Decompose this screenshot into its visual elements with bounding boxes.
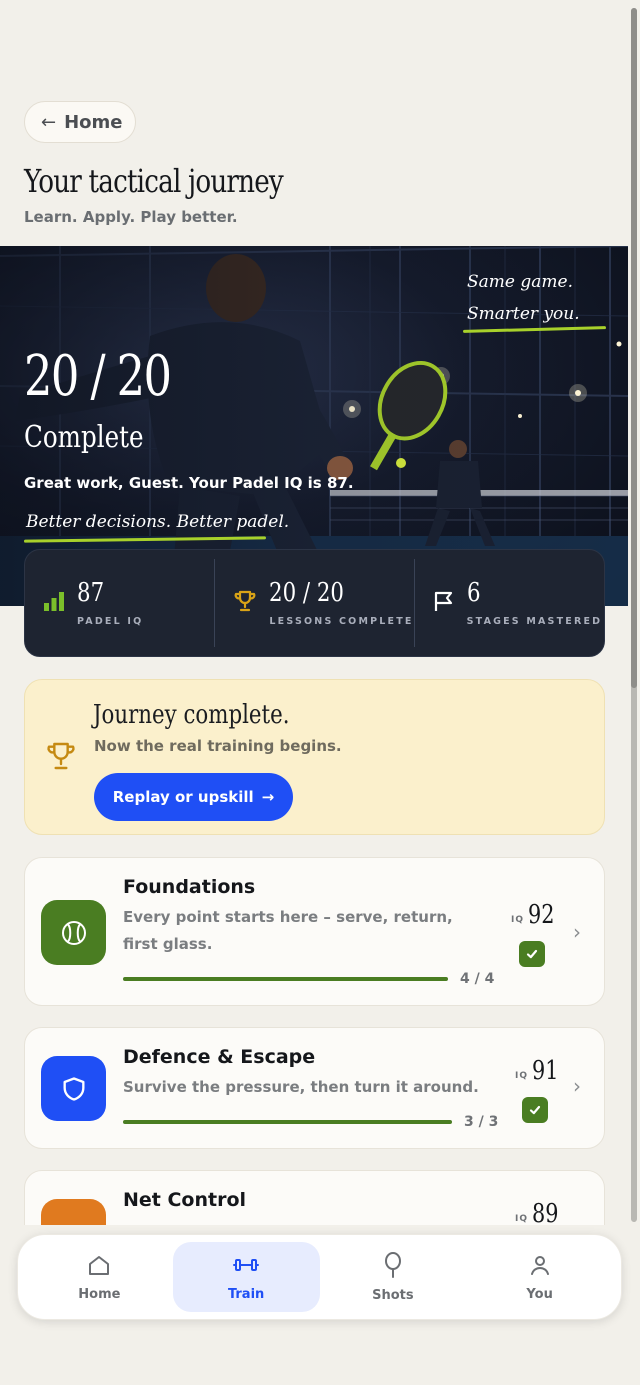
replay-upskill-label: Replay or upskill [112, 788, 254, 806]
chevron-right-icon: › [573, 1074, 581, 1098]
course-name: Defence & Escape [123, 1046, 316, 1068]
hero-message: Great work, Guest. Your Padel IQ is 87. [24, 474, 354, 492]
nav-label: You [526, 1286, 553, 1302]
back-home-button[interactable]: ← Home [24, 101, 136, 143]
nav-train[interactable]: Train [172, 1242, 320, 1312]
iq-value: 91 [532, 1056, 559, 1086]
course-progress-label: 4 / 4 [460, 971, 495, 987]
stat-label: STAGES MASTERED [466, 615, 603, 627]
course-progress-bar [123, 1120, 452, 1124]
nav-you[interactable]: You [466, 1242, 613, 1312]
chevron-right-icon: › [573, 920, 581, 944]
stats-panel: 87 PADEL IQ 20 / 20 LESSONS COMPLETE 6 S… [24, 549, 605, 657]
iq-tag: IQ [515, 1214, 528, 1224]
scroll-view[interactable]: ← Home Your tactical journey Learn. Appl… [0, 0, 628, 1225]
course-iq-score: IQ 91 [515, 1058, 565, 1084]
course-name: Net Control [123, 1189, 247, 1211]
iq-value: 89 [532, 1199, 559, 1225]
bottom-nav: Home Train Shots You [17, 1234, 622, 1320]
hero-status: Complete [24, 420, 144, 455]
hero-motto: Better decisions. Better padel. [26, 512, 290, 532]
page-title: Your tactical journey [24, 162, 284, 200]
course-iq-score: IQ 92 [511, 902, 561, 928]
back-arrow-icon: ← [41, 111, 57, 133]
user-icon [528, 1253, 552, 1281]
trophy-icon [45, 740, 77, 776]
check-icon [522, 1097, 548, 1123]
nav-shots[interactable]: Shots [320, 1242, 467, 1312]
iq-value: 92 [528, 900, 555, 930]
hero-tagline-line1: Same game. [467, 272, 573, 292]
stat-label: PADEL IQ [77, 615, 144, 627]
iq-tag: IQ [515, 1071, 528, 1081]
course-card-foundations[interactable]: Foundations Every point starts here – se… [24, 857, 605, 1006]
iq-tag: IQ [511, 915, 524, 925]
back-home-label: Home [64, 111, 123, 133]
shield-icon [41, 1056, 106, 1121]
replay-upskill-button[interactable]: Replay or upskill → [94, 773, 293, 821]
journey-complete-card: Journey complete. Now the real training … [24, 679, 605, 835]
check-icon [519, 941, 545, 967]
scrollbar-thumb[interactable] [631, 8, 637, 688]
hero-tagline-line2: Smarter you. [467, 304, 580, 324]
journey-subtitle: Now the real training begins. [94, 737, 342, 755]
course-name: Foundations [123, 876, 256, 898]
course-iq-score: IQ 89 [515, 1201, 565, 1225]
course-description: Every point starts here – serve, return,… [123, 908, 453, 953]
racket-icon [381, 1251, 405, 1282]
stat-label: LESSONS COMPLETE [269, 615, 414, 627]
journey-title: Journey complete. [93, 700, 290, 730]
course-card-net-control[interactable]: Net Control IQ 89 [24, 1170, 605, 1225]
stat-padel-iq: 87 PADEL IQ [25, 559, 214, 647]
course-card-defence-escape[interactable]: Defence & Escape Survive the pressure, t… [24, 1027, 605, 1149]
stat-value: 20 / 20 [269, 577, 345, 608]
page-subtitle: Learn. Apply. Play better. [24, 208, 238, 226]
arrow-right-icon: → [261, 788, 275, 806]
stat-value: 87 [77, 577, 105, 608]
stat-stages-mastered: 6 STAGES MASTERED [413, 559, 604, 647]
net-icon [41, 1199, 106, 1225]
flag-icon [433, 590, 455, 616]
stat-value: 6 [466, 577, 481, 608]
nav-label: Shots [372, 1287, 414, 1303]
nav-label: Train [227, 1286, 265, 1302]
bar-chart-icon [43, 590, 65, 616]
stat-lessons-complete: 20 / 20 LESSONS COMPLETE [214, 559, 413, 647]
course-progress-bar [123, 977, 448, 981]
course-progress-label: 3 / 3 [464, 1114, 499, 1130]
hero-progress: 20 / 20 [24, 344, 172, 409]
course-description: Survive the pressure, then turn it aroun… [123, 1078, 479, 1096]
dumbbell-icon [232, 1253, 260, 1281]
nav-label: Home [78, 1286, 121, 1302]
trophy-icon [233, 589, 257, 617]
tennis-ball-icon [41, 900, 106, 965]
nav-home[interactable]: Home [26, 1242, 173, 1312]
home-icon [87, 1253, 111, 1281]
